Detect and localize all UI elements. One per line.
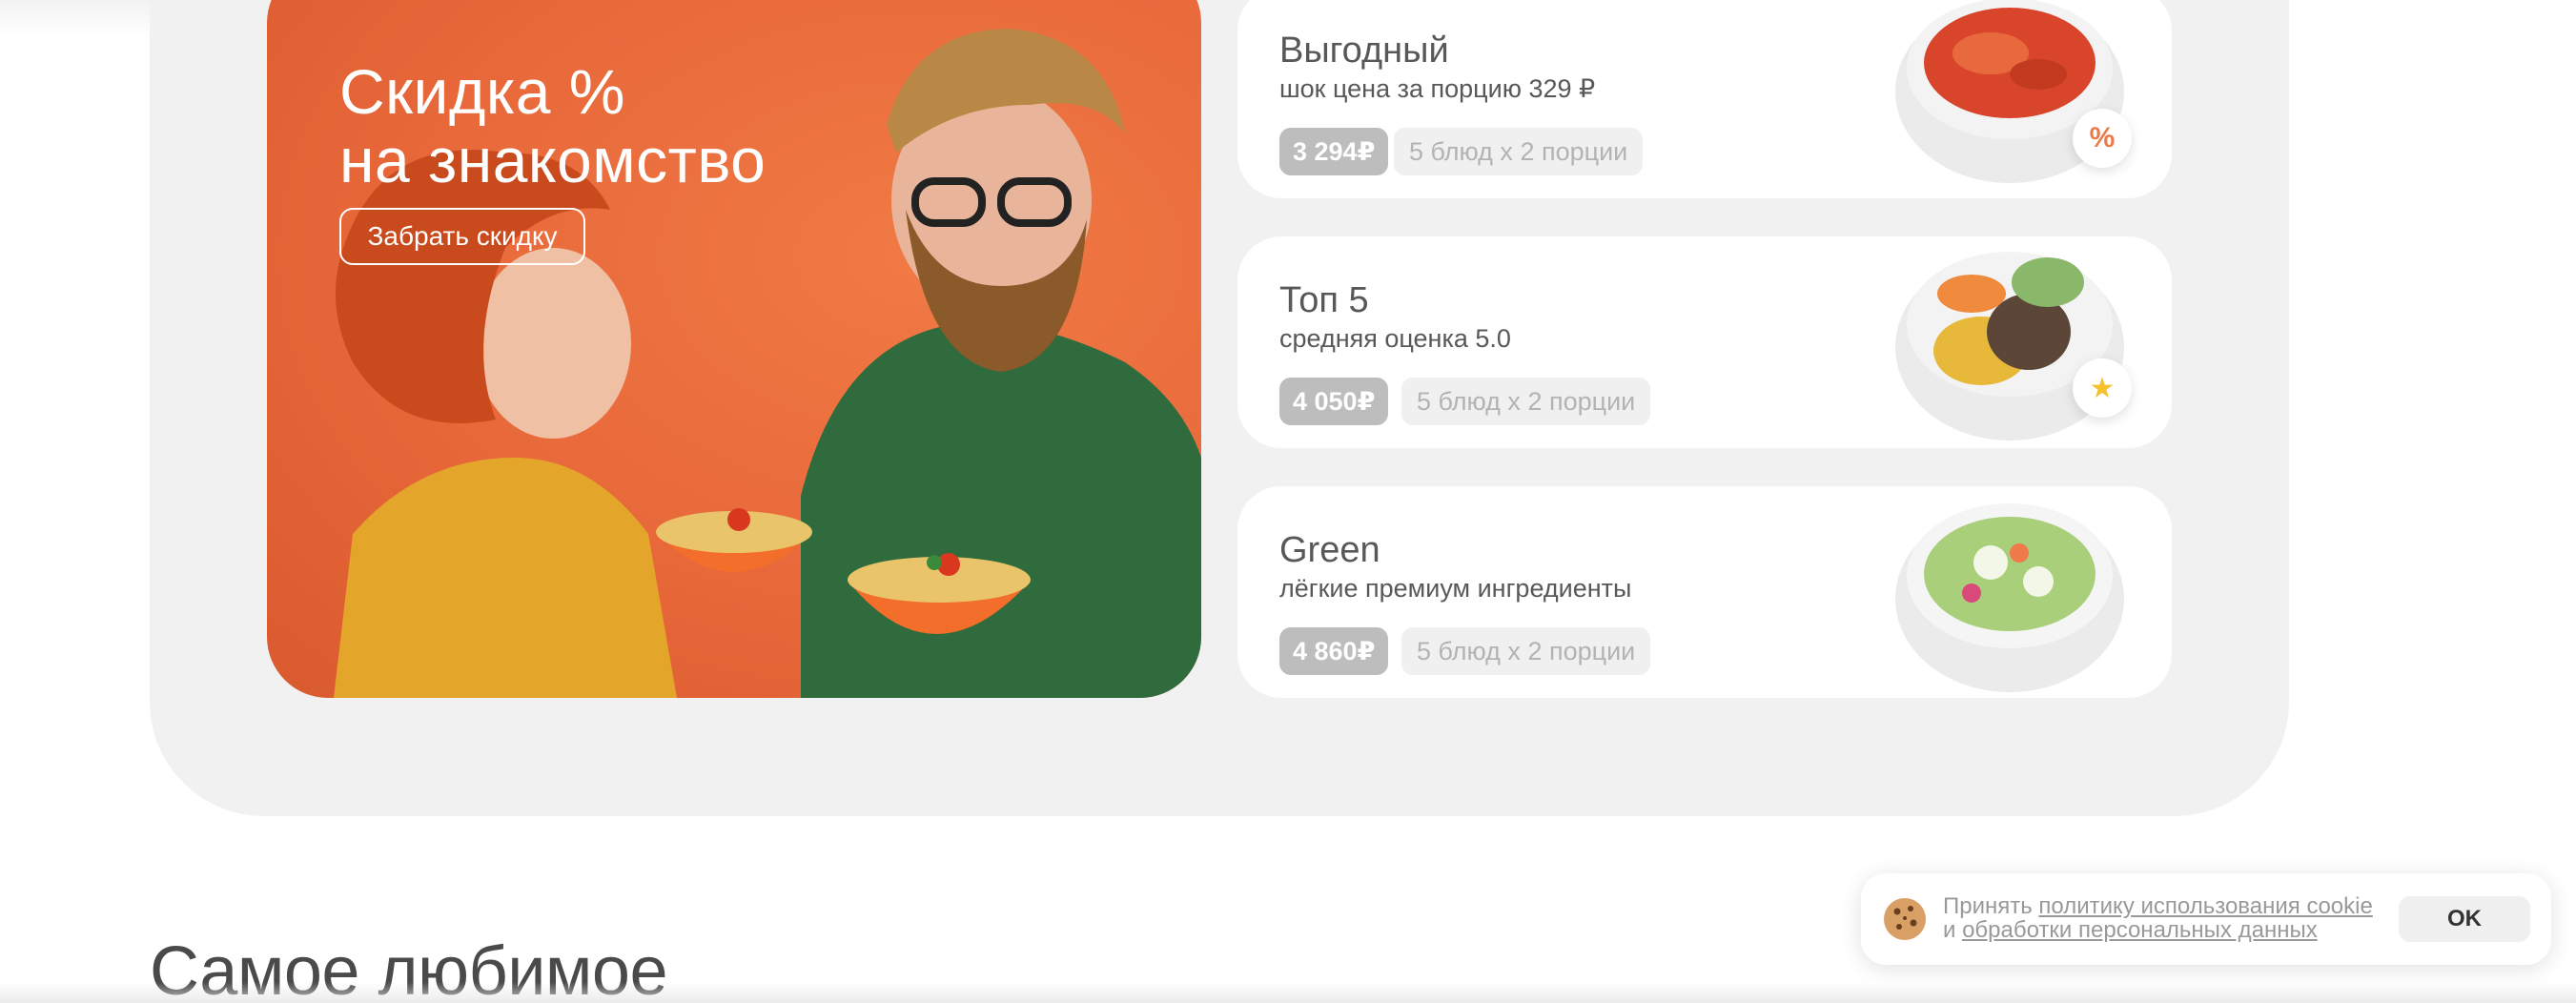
card-price: 4 860₽ [1279,627,1389,675]
card-portions: 5 блюд х 2 порции [1394,128,1644,175]
cookie-text-prefix: Принять [1943,893,2033,919]
hero-title-line2: на знакомство [339,125,767,195]
hero-title: Скидка % на знакомство [339,57,766,194]
card-title: Топ 5 [1279,280,1369,320]
pasta-bowl-image [1895,0,2124,183]
cookie-ok-button[interactable]: OK [2399,896,2530,942]
cookie-text: Принять политику использования cookie и … [1943,894,2391,942]
card-title: Выгодный [1279,31,1449,71]
claim-discount-button[interactable]: Забрать скидку [339,208,585,265]
menu-card-green[interactable]: Green лёгкие премиум ингредиенты 4 860₽ … [1237,486,2172,698]
personal-data-link[interactable]: обработки персональных данных [1962,917,2318,943]
bottom-fade [0,982,2576,1003]
card-portions: 5 блюд х 2 порции [1401,378,1651,425]
percent-icon: % [2073,109,2132,168]
card-portions: 5 блюд х 2 порции [1401,627,1651,675]
cookie-text-conjunction: и [1943,917,1956,943]
menu-card-vygodny[interactable]: Выгодный шок цена за порцию 329 ₽ 3 294₽… [1237,0,2172,198]
star-icon: ★ [2073,358,2132,418]
card-subtitle: лёгкие премиум ингредиенты [1279,574,1632,603]
page: Скидка % на знакомство Забрать скидку Вы… [0,0,2576,1003]
card-subtitle: шок цена за порцию 329 ₽ [1279,74,1596,103]
menu-card-top5[interactable]: Топ 5 средняя оценка 5.0 4 050₽ 5 блюд х… [1237,236,2172,448]
cookie-policy-link[interactable]: политику использования cookie [2038,893,2372,919]
card-title: Green [1279,530,1380,570]
cookie-banner: Принять политику использования cookie и … [1861,873,2551,965]
hero-title-line1: Скидка % [339,56,625,127]
card-price: 3 294₽ [1279,128,1389,175]
cookie-icon [1884,898,1926,940]
card-subtitle: средняя оценка 5.0 [1279,324,1511,353]
salad-bowl-image [1895,503,2124,692]
card-price: 4 050₽ [1279,378,1389,425]
hero-banner[interactable]: Скидка % на знакомство Забрать скидку [267,0,1201,698]
